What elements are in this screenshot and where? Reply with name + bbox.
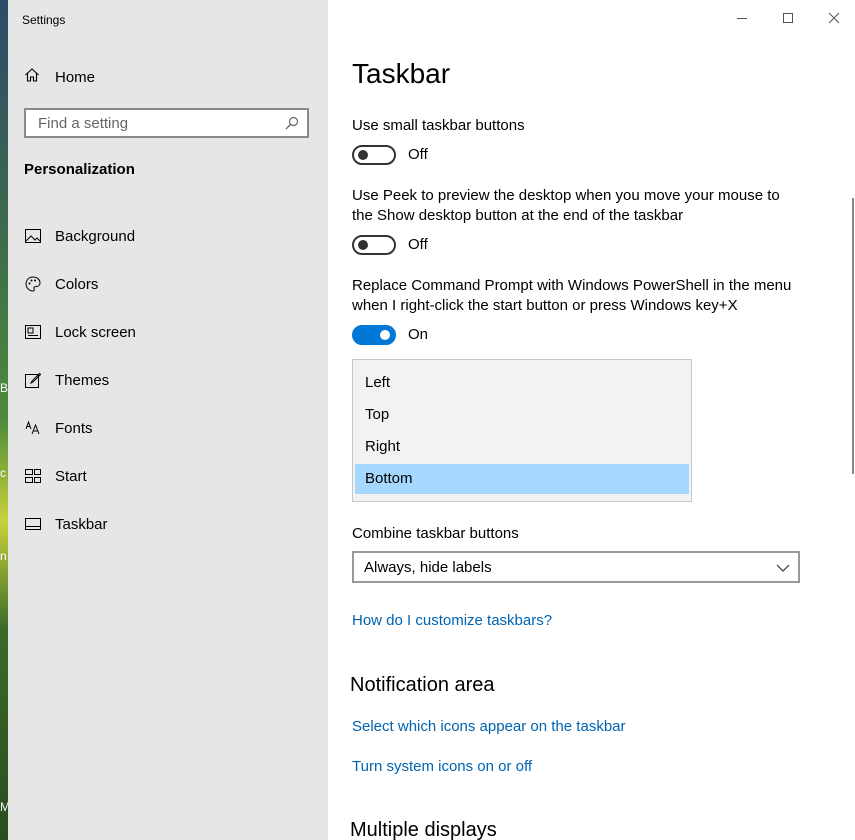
multiple-displays-heading: Multiple displays <box>350 819 497 840</box>
desktop-background: B c n M <box>0 0 8 840</box>
sidebar-item-fonts[interactable]: Fonts <box>8 404 328 452</box>
select-icons-link[interactable]: Select which icons appear on the taskbar <box>352 718 626 735</box>
sidebar-item-label: Taskbar <box>55 515 108 533</box>
palette-icon <box>24 275 42 293</box>
sidebar-item-start[interactable]: Start <box>8 452 328 500</box>
dropdown-option-bottom[interactable]: Bottom <box>355 464 689 494</box>
lock-screen-icon <box>24 323 42 341</box>
sidebar-item-background[interactable]: Background <box>8 212 328 260</box>
toggle-knob <box>358 150 368 160</box>
search-icon[interactable] <box>285 116 299 130</box>
setting-label-peek: Use Peek to preview the desktop when you… <box>352 187 780 224</box>
combine-label: Combine taskbar buttons <box>352 525 519 542</box>
desktop-icon-label: B <box>0 381 8 395</box>
notification-area-heading: Notification area <box>350 674 495 696</box>
close-icon <box>828 11 840 29</box>
themes-brush-icon <box>24 371 42 389</box>
desktop-icon-label: c <box>0 466 6 480</box>
nav-list: Background Colors Lock screen Themes Fon… <box>8 212 328 548</box>
taskbar-icon <box>24 515 42 533</box>
settings-window: Settings Home Personalization Background <box>8 0 855 840</box>
sidebar: Settings Home Personalization Background <box>8 0 328 840</box>
combine-dropdown[interactable]: Always, hide labels <box>352 551 800 583</box>
setting-label-powershell: Replace Command Prompt with Windows Powe… <box>352 277 792 314</box>
section-title: Personalization <box>24 161 135 178</box>
chevron-down-icon <box>776 561 790 573</box>
small-buttons-toggle[interactable] <box>352 145 396 165</box>
minimize-button[interactable] <box>727 8 757 32</box>
sidebar-item-label: Themes <box>55 371 110 389</box>
desktop-icon-label: n <box>0 549 7 563</box>
help-link[interactable]: How do I customize taskbars? <box>352 612 552 629</box>
sidebar-item-colors[interactable]: Colors <box>8 260 328 308</box>
fonts-icon <box>24 419 42 437</box>
sidebar-item-label: Start <box>55 467 87 485</box>
combine-value: Always, hide labels <box>364 558 492 576</box>
system-icons-link[interactable]: Turn system icons on or off <box>352 758 532 775</box>
sidebar-item-label: Lock screen <box>55 323 136 341</box>
minimize-icon <box>736 11 748 29</box>
powershell-toggle[interactable] <box>352 325 396 345</box>
desktop-icon-label: M <box>0 800 8 814</box>
toggle-state-label: On <box>408 326 429 343</box>
sidebar-item-label: Colors <box>55 275 99 293</box>
toggle-knob <box>358 240 368 250</box>
picture-icon <box>24 227 42 245</box>
sidebar-item-label: Fonts <box>55 419 93 437</box>
taskbar-location-dropdown-list: Left Top Right Bottom <box>352 359 692 502</box>
maximize-icon <box>782 11 794 29</box>
search-box[interactable] <box>24 108 309 138</box>
main-content: Taskbar Use small taskbar buttons Off Us… <box>328 0 855 840</box>
toggle-state-label: Off <box>408 146 428 163</box>
sidebar-item-label: Background <box>55 227 136 245</box>
search-input[interactable] <box>36 113 280 133</box>
setting-label-small-buttons: Use small taskbar buttons <box>352 117 525 134</box>
toggle-state-label: Off <box>408 236 428 253</box>
home-icon <box>24 67 40 88</box>
page-title: Taskbar <box>352 58 451 89</box>
sidebar-item-themes[interactable]: Themes <box>8 356 328 404</box>
window-title: Settings <box>22 13 66 27</box>
dropdown-option-right[interactable]: Right <box>355 432 689 462</box>
home-label: Home <box>55 68 96 86</box>
maximize-button[interactable] <box>773 8 803 32</box>
peek-toggle[interactable] <box>352 235 396 255</box>
sidebar-item-taskbar[interactable]: Taskbar <box>8 500 328 548</box>
dropdown-option-top[interactable]: Top <box>355 400 689 430</box>
dropdown-option-left[interactable]: Left <box>355 368 689 398</box>
start-tiles-icon <box>24 467 42 485</box>
toggle-knob <box>380 330 390 340</box>
scrollbar[interactable] <box>852 198 854 474</box>
home-button[interactable]: Home <box>24 62 314 92</box>
close-button[interactable] <box>819 8 849 32</box>
sidebar-item-lock-screen[interactable]: Lock screen <box>8 308 328 356</box>
